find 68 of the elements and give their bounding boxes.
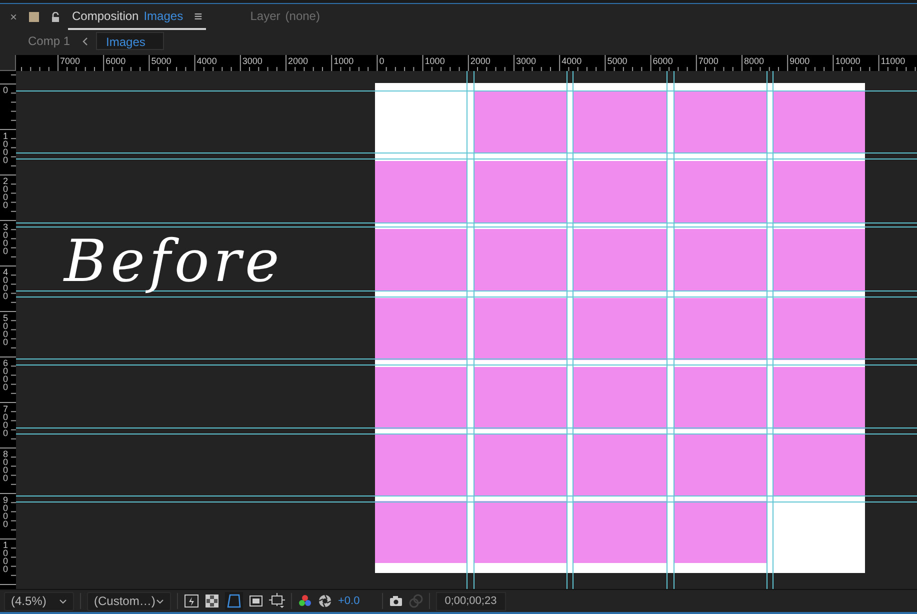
guide-line[interactable] <box>566 71 568 589</box>
ruler-label: 2000 <box>288 56 308 66</box>
ruler-label: 4000 <box>562 56 582 66</box>
camera-icon[interactable] <box>388 595 403 607</box>
close-button[interactable]: × <box>10 8 18 26</box>
ruler-label: 5000 <box>151 56 172 66</box>
guide-line[interactable] <box>466 71 468 589</box>
guide-line[interactable] <box>572 71 574 589</box>
guide-line[interactable] <box>16 364 917 366</box>
chevron-down-icon[interactable] <box>59 598 67 604</box>
breadcrumb-tab[interactable]: Images <box>96 32 164 50</box>
ruler-label: 4000 <box>196 56 217 66</box>
ruler-label: 7000 <box>698 56 718 66</box>
ruler-label: 2000 <box>470 56 490 66</box>
lock-icon[interactable] <box>51 12 60 22</box>
ruler-label: 2000 <box>3 177 10 209</box>
guide-line[interactable] <box>16 90 917 92</box>
guide-line[interactable] <box>766 71 768 589</box>
ruler-label: 5000 <box>3 314 10 346</box>
ruler-label: 9000 <box>790 56 810 66</box>
ruler-label: 5000 <box>607 56 628 66</box>
aperture-icon[interactable] <box>318 594 332 608</box>
ruler-label: 1000 <box>334 56 354 66</box>
ruler-label: 9000 <box>3 496 10 528</box>
timecode-field[interactable]: 0;00;00;23 <box>436 592 506 610</box>
guide-line[interactable] <box>16 152 917 154</box>
fast-preview-icon[interactable] <box>184 594 199 608</box>
mask-path-icon[interactable] <box>225 592 243 610</box>
ruler-label: 7000 <box>60 56 80 66</box>
magnification-dropdown[interactable]: (4.5%) <box>4 592 74 610</box>
guide-line[interactable] <box>16 296 917 298</box>
resolution-dropdown[interactable]: (Custom…) <box>87 592 171 610</box>
ruler-label: 7000 <box>3 404 10 436</box>
ruler-label: 6000 <box>3 359 10 391</box>
chevron-down-icon[interactable] <box>156 598 164 604</box>
ruler-label: 3000 <box>516 56 536 66</box>
ruler-label: 1000 <box>3 132 10 164</box>
guide-line[interactable] <box>16 226 917 228</box>
guide-line[interactable] <box>666 71 668 589</box>
color-channels-icon[interactable] <box>298 594 312 608</box>
ruler-label: 11000 <box>880 56 906 66</box>
ruler-label: 4000 <box>3 268 10 300</box>
ruler-label: 3000 <box>242 56 262 66</box>
transparency-grid-icon[interactable] <box>205 594 219 608</box>
grid-guides-icon[interactable] <box>269 593 285 609</box>
chevron-left-icon[interactable] <box>82 36 88 46</box>
handwritten-annotation: Before <box>64 229 284 293</box>
guide-line[interactable] <box>16 222 917 224</box>
ruler-label: 0 <box>3 86 10 94</box>
ruler-label: 8000 <box>744 56 764 66</box>
breadcrumb-tab[interactable]: Comp 1 <box>28 32 70 50</box>
panel-tab[interactable]: Layer (none) <box>246 4 324 30</box>
panel-tab[interactable]: Composition Images ≡ <box>68 4 206 30</box>
ruler-label: 1000 <box>424 56 445 66</box>
ruler-label: 0 <box>379 56 384 66</box>
ruler-label: 6000 <box>652 56 673 66</box>
label-color-swatch-icon[interactable] <box>29 12 40 22</box>
guide-line[interactable] <box>16 290 917 292</box>
guide-line[interactable] <box>16 158 917 160</box>
region-of-interest-icon[interactable] <box>249 595 263 607</box>
exposure-value[interactable]: +0.0 <box>338 592 360 610</box>
ruler-label: 10000 <box>835 56 860 66</box>
guide-line[interactable] <box>16 358 917 360</box>
guide-line[interactable] <box>772 71 774 589</box>
ruler-label: 6000 <box>106 56 126 66</box>
ruler-label: 8000 <box>3 450 10 482</box>
ruler-label: 1000 <box>3 541 10 573</box>
ruler-label: 3000 <box>3 222 10 254</box>
